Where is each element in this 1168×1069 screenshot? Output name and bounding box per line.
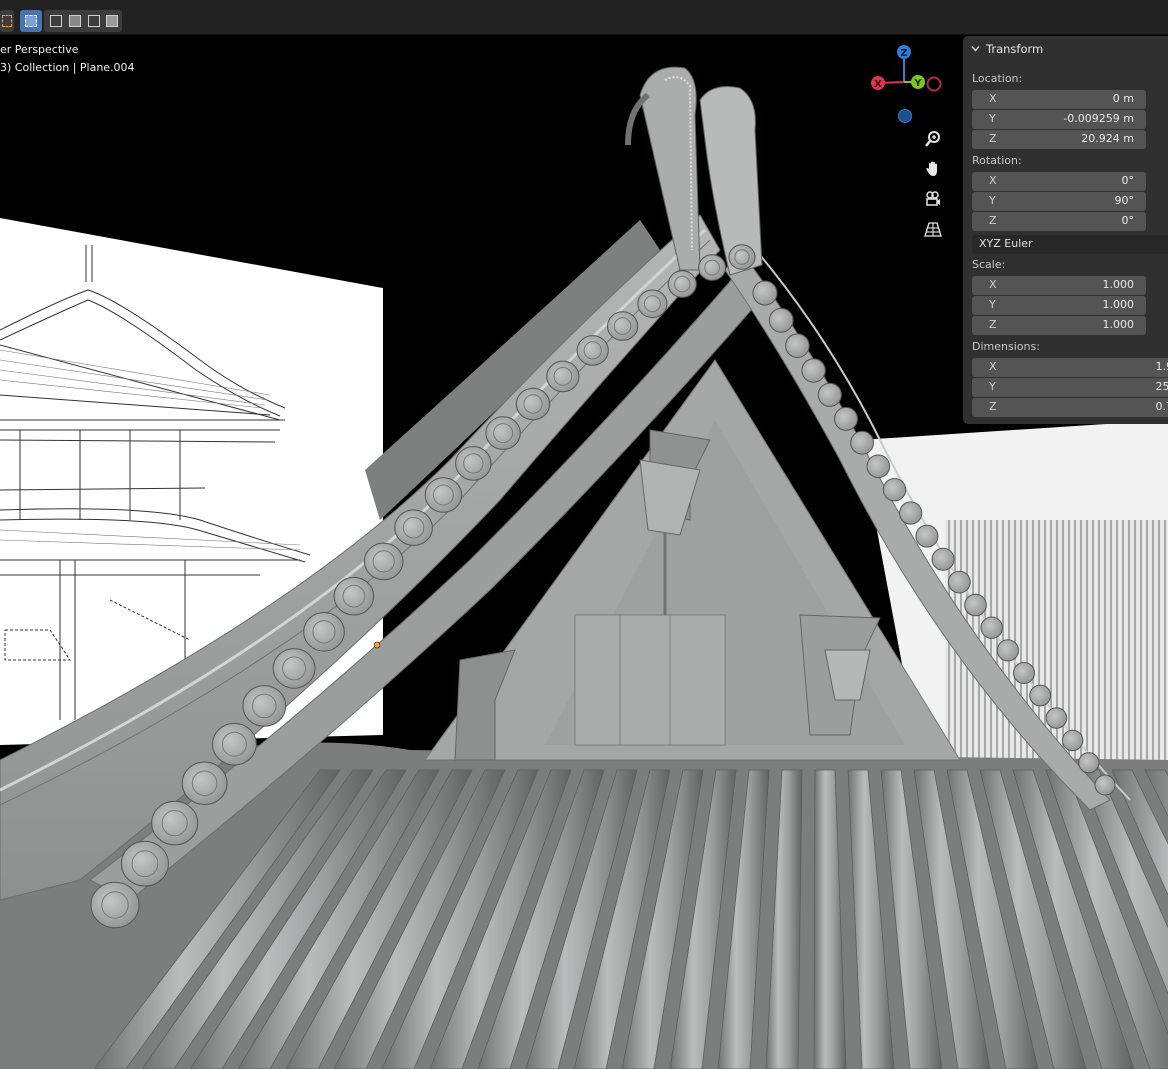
location-z-field[interactable]: Z 20.924 m — [972, 130, 1146, 149]
transform-title: Transform — [986, 42, 1044, 56]
chevron-down-icon — [971, 46, 980, 52]
select-invert-icon — [88, 15, 100, 27]
rotation-x-field[interactable]: X 0° — [972, 172, 1146, 191]
location-label: Location: — [972, 72, 1023, 85]
select-extend-icon — [50, 15, 62, 27]
transform-panel: Transform Location: X0 m Y -0.009259 m Z2… — [963, 36, 1168, 424]
svg-text:Z: Z — [900, 48, 907, 59]
rotation-label: Rotation: — [972, 154, 1022, 167]
dimensions-z-field[interactable]: Z0.71 — [972, 398, 1168, 417]
camera-view-button[interactable] — [920, 186, 946, 212]
navigation-gizmo[interactable]: Z Y X — [866, 44, 946, 128]
gizmo-neg-x-axis[interactable] — [926, 76, 942, 92]
svg-text:Y: Y — [913, 78, 922, 89]
dimensions-label: Dimensions: — [972, 340, 1040, 353]
gizmo-neg-z-axis[interactable] — [898, 109, 912, 123]
rotation-mode-dropdown[interactable]: XYZ Euler — [972, 235, 1168, 254]
svg-text:X: X — [874, 79, 882, 90]
cursor-icon — [2, 15, 12, 27]
select-box-icon — [25, 15, 37, 27]
scale-z-field[interactable]: Z 1.000 — [972, 316, 1146, 335]
transform-panel-header[interactable]: Transform — [971, 42, 1043, 56]
select-tool-button[interactable] — [0, 10, 14, 32]
zoom-button[interactable] — [920, 126, 946, 152]
zoom-icon — [925, 131, 940, 147]
dimensions-y-field[interactable]: Y25.3 — [972, 378, 1168, 397]
3d-viewport[interactable]: er Perspective 3) Collection | Plane.004… — [0, 34, 1168, 1069]
hand-pan-icon — [926, 161, 937, 176]
viewport-header — [0, 0, 1168, 35]
camera-icon — [926, 191, 940, 206]
location-y-field[interactable]: Y -0.009259 m — [972, 110, 1146, 129]
pan-button[interactable] — [920, 156, 946, 182]
scale-y-field[interactable]: Y 1.000 — [972, 296, 1146, 315]
select-intersect-icon — [106, 15, 118, 27]
rotation-z-field[interactable]: Z 0° — [972, 212, 1146, 231]
perspective-toggle-button[interactable] — [920, 216, 946, 242]
dimensions-x-field[interactable]: X1.96 — [972, 358, 1168, 377]
rotation-y-field[interactable]: Y 90° — [972, 192, 1146, 211]
scale-label: Scale: — [972, 258, 1006, 271]
view-name-label: er Perspective — [0, 43, 79, 56]
grid-perspective-icon — [924, 222, 942, 237]
scale-x-field[interactable]: X 1.000 — [972, 276, 1146, 295]
collection-info-label: 3) Collection | Plane.004 — [0, 61, 135, 74]
select-new-button[interactable] — [20, 10, 42, 32]
location-x-field[interactable]: X0 m — [972, 90, 1146, 109]
select-subtract-icon — [69, 15, 81, 27]
selection-mode-group[interactable] — [44, 10, 122, 32]
